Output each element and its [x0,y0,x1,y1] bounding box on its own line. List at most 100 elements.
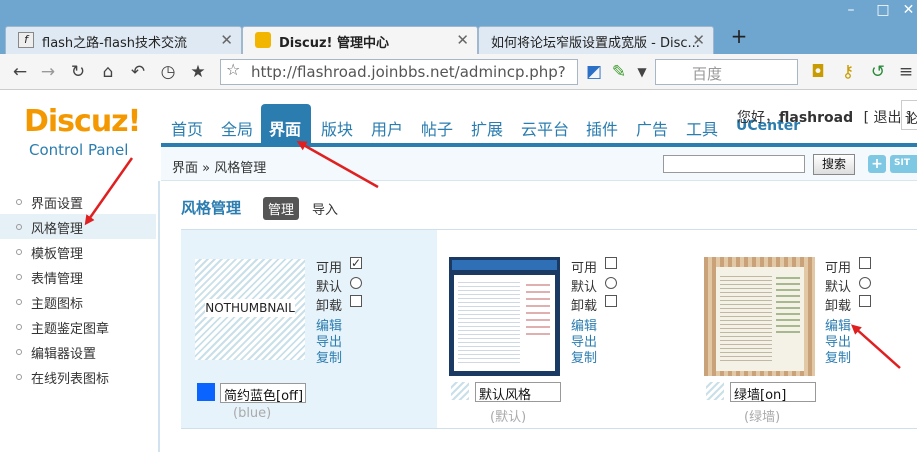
search-button[interactable]: 搜索 [813,154,855,175]
tab-import[interactable]: 导入 [312,199,338,218]
opt-uninstall-label: 卸载 [316,299,343,314]
sidebar-item-label: 模板管理 [31,247,84,262]
style-thumbnail[interactable]: NOTHUMBNAIL [195,259,305,360]
home-icon[interactable]: ⌂ [96,60,120,84]
discuz-logo: Discuz! [24,104,141,139]
copy-link[interactable]: 复制 [825,347,851,366]
sidebar-item-interface-settings[interactable]: 界面设置 [0,189,156,214]
copy-link[interactable]: 复制 [571,347,597,366]
default-radio[interactable] [350,277,362,289]
page-star-icon[interactable]: ☆ [226,60,240,79]
bullet-icon [16,349,22,355]
username: flashroad [779,110,854,126]
default-radio[interactable] [605,277,617,289]
style-name-input[interactable]: 默认风格 [475,382,561,403]
sidebar-item-style-manage[interactable]: 风格管理 [0,214,156,239]
menu-icon[interactable]: ≡ [894,60,917,84]
reload-icon[interactable]: ↻ [66,60,90,84]
nav-cloud[interactable]: 云平台 [521,116,569,140]
uninstall-checkbox[interactable] [605,295,617,307]
undo-icon[interactable]: ↶ [126,60,150,84]
extension-shield-icon[interactable]: ◘ [806,60,830,84]
enable-checkbox[interactable] [859,257,871,269]
history-clock-icon[interactable]: ◷ [156,60,180,84]
uninstall-checkbox[interactable] [350,295,362,307]
forward-arrow-icon[interactable]: → [36,60,60,84]
style-name-input[interactable]: 绿墙[on] [730,382,816,403]
sitemap-button[interactable]: SIT [890,155,917,173]
no-thumbnail-text: NOTHUMBNAIL [205,299,295,317]
style-color-swatch[interactable] [706,382,724,400]
style-thumbnail[interactable] [704,257,815,376]
url-bar[interactable]: http://flashroad.joinbbs.net/admincp.php… [220,59,578,85]
extension-chart-icon[interactable]: ◩ [582,60,606,84]
search-input[interactable]: 百度 [655,59,798,85]
key-icon[interactable]: ⚷ [836,60,860,84]
nav-home[interactable]: 首页 [171,116,203,140]
refresh-green-icon[interactable]: ↺ [866,60,890,84]
style-thumbnail[interactable] [449,257,560,376]
tab-discuz-wide[interactable]: 如何将论坛窄版设置成宽版 - Disc... ✕ [478,26,714,54]
thumb-side [526,279,550,339]
extension-tool-icon[interactable]: ✎ [607,60,631,84]
control-panel-label: Control Panel [29,141,129,159]
discuz-favicon-icon [255,32,271,48]
browser-navbar: ← → ↻ ⌂ ↶ ◷ ★ http://flashroad.joinbbs.n… [0,54,917,131]
breadcrumb: 界面 » 风格管理 [172,161,267,176]
add-shortcut-button[interactable]: + [868,155,886,173]
nav-tools[interactable]: 工具 [686,116,718,140]
nav-global[interactable]: 全局 [221,116,253,140]
bullet-icon [16,324,22,330]
tab-title: Discuz! 管理中心 [279,36,389,51]
sidebar-item-topic-stamps[interactable]: 主题鉴定图章 [0,314,156,339]
nav-users[interactable]: 用户 [371,116,403,140]
opt-uninstall-label: 卸载 [571,299,598,314]
style-color-swatch[interactable] [197,383,215,401]
sidebar-item-label: 表情管理 [31,272,84,287]
copy-link[interactable]: 复制 [316,347,342,366]
enable-checkbox[interactable] [605,257,617,269]
sidebar-item-online-icons[interactable]: 在线列表图标 [0,364,156,389]
forum-link-cut[interactable]: 论 [901,100,917,130]
sidebar-item-label: 界面设置 [31,197,84,212]
nav-plugins[interactable]: 插件 [586,116,618,140]
nav-ads[interactable]: 广告 [636,116,668,140]
browser-tabbar: – □ ✕ f flash之路-flash技术交流 ✕ Discuz! 管理中心… [0,0,917,55]
page-title: 风格管理 [181,199,242,217]
nav-posts[interactable]: 帖子 [421,116,453,140]
tab-manage[interactable]: 管理 [263,197,300,220]
close-icon[interactable]: ✕ [692,31,705,49]
new-tab-button[interactable]: + [727,26,751,48]
tab-flash[interactable]: f flash之路-flash技术交流 ✕ [5,26,242,54]
style-name-input[interactable]: 简约蓝色[off] [220,383,306,404]
back-arrow-icon[interactable]: ← [8,60,32,84]
enable-checkbox[interactable]: ✓ [350,257,362,269]
bookmark-star-icon[interactable]: ★ [186,60,210,84]
sidebar-item-topic-icons[interactable]: 主题图标 [0,289,156,314]
dropdown-chevron-icon[interactable]: ▼ [630,60,654,84]
style-color-swatch[interactable] [451,382,469,400]
uninstall-checkbox[interactable] [859,295,871,307]
sidebar-item-editor-settings[interactable]: 编辑器设置 [0,339,156,364]
close-icon[interactable]: ✕ [220,31,233,49]
default-radio[interactable] [859,277,871,289]
minimize-button[interactable]: – [840,0,862,22]
sidebar-item-label: 主题鉴定图章 [31,322,110,337]
tab-discuz-admin[interactable]: Discuz! 管理中心 ✕ [242,26,478,55]
thumb-lines [720,273,772,363]
tab-title: flash之路-flash技术交流 [42,36,188,51]
nav-interface[interactable]: 界面 [261,104,311,144]
close-icon[interactable]: ✕ [456,31,469,49]
thumb-side [776,273,800,333]
opt-enable-label: 可用 [571,261,598,276]
sidebar-item-label: 主题图标 [31,297,84,312]
close-window-button[interactable]: ✕ [900,0,917,22]
sidebar-item-template-manage[interactable]: 模板管理 [0,239,156,264]
bullet-icon [16,249,22,255]
sidebar-item-smiley-manage[interactable]: 表情管理 [0,264,156,289]
user-info: 您好，flashroad [ 退出 ] [737,107,911,127]
nav-forums[interactable]: 版块 [321,116,353,140]
admin-search-input[interactable] [663,155,805,173]
nav-extend[interactable]: 扩展 [471,116,503,140]
maximize-button[interactable]: □ [872,0,894,22]
